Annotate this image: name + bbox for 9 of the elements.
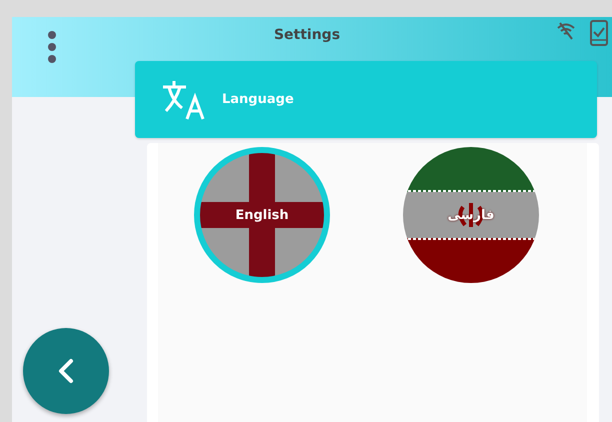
section-title: Language: [222, 92, 294, 107]
language-button[interactable]: English: [194, 147, 330, 283]
tablet-check-icon: [590, 20, 608, 46]
translate-icon: [162, 80, 206, 120]
wifi-off-icon: [556, 22, 576, 40]
page-title: Settings: [272, 27, 342, 43]
chevron-left-icon: [58, 358, 74, 384]
back-button[interactable]: [23, 328, 109, 414]
menu-icon[interactable]: [46, 30, 58, 66]
